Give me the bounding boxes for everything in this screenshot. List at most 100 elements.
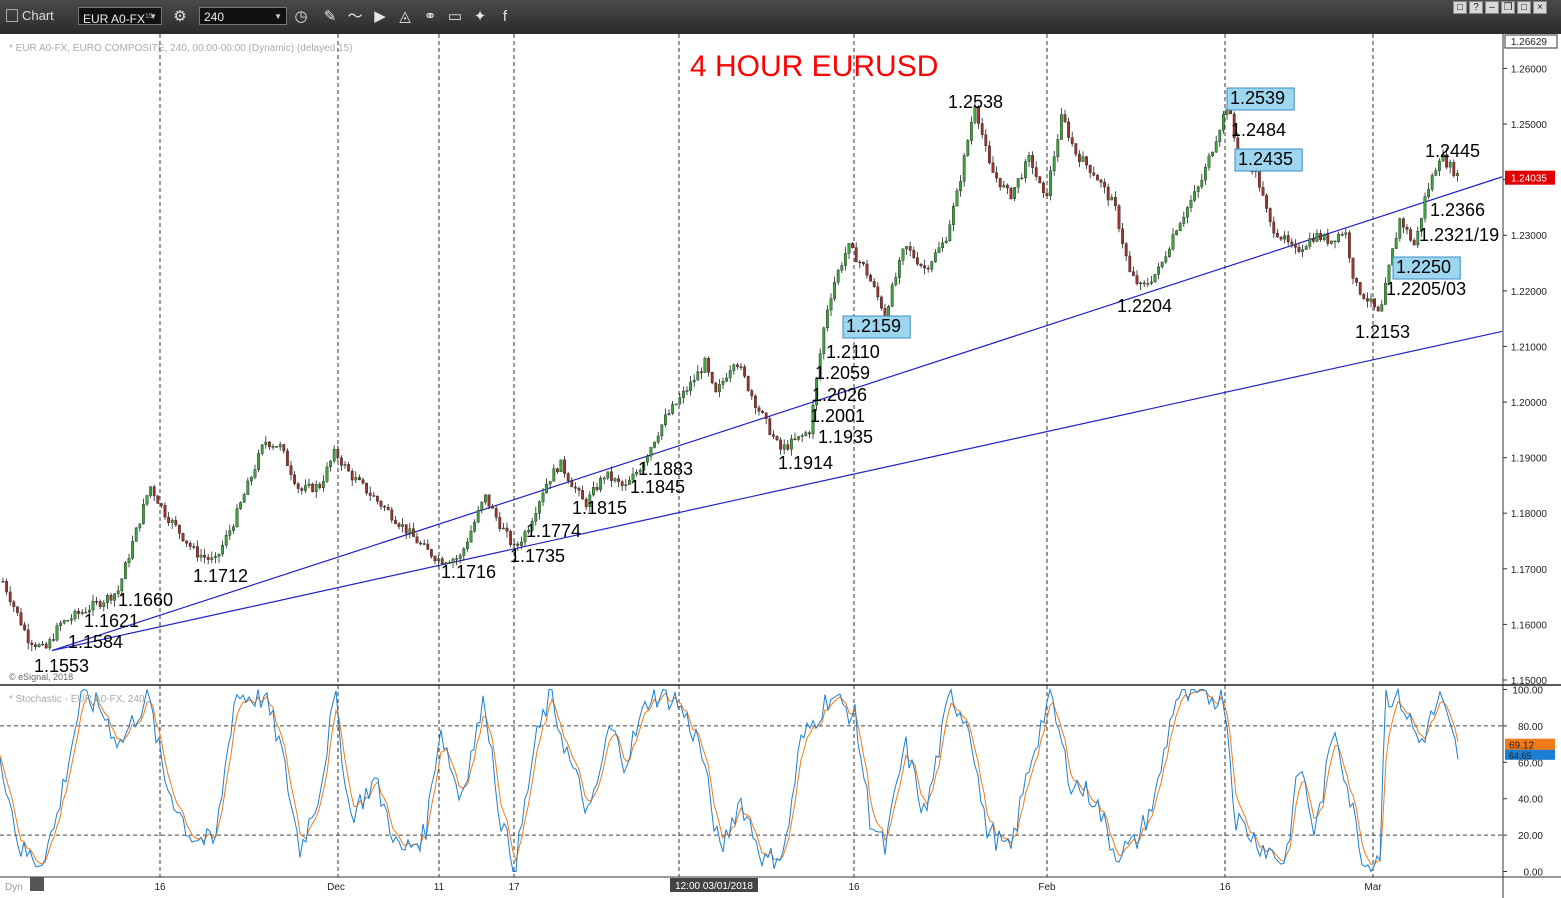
price-annotation-label: 1.1815 (572, 498, 627, 518)
candle-body (494, 508, 498, 518)
candle-body (260, 444, 264, 454)
candle-body (1301, 249, 1305, 252)
chart-canvas[interactable]: 16 Dec 11 17 16 Feb 16 Mar 12:00 03/01/2018 1.15… (0, 34, 1561, 898)
candle-body (282, 444, 286, 452)
restore-button[interactable]: ❐ (1501, 1, 1515, 14)
candle-body (1358, 282, 1362, 295)
price-annotation-label: 1.1883 (638, 459, 693, 479)
candle-body (372, 495, 376, 497)
candle-body (1193, 191, 1197, 201)
candle-body (822, 327, 826, 354)
candle-body (257, 453, 260, 470)
candle-body (44, 643, 48, 649)
price-annotation-label: 1.2538 (948, 92, 1003, 112)
candle-body (1380, 304, 1384, 312)
candle-body (1009, 187, 1013, 199)
candle-body (707, 358, 711, 373)
facebook-icon[interactable]: f (495, 7, 515, 27)
candle-body (113, 593, 117, 601)
candle-body (926, 267, 930, 270)
candle-body (1013, 187, 1017, 199)
candle-body (195, 546, 199, 558)
price-annotation-label: 1.2159 (846, 316, 901, 336)
candle-body (300, 488, 304, 491)
candle-body (466, 541, 469, 549)
symbol-selector[interactable]: EUR A0-FX15 ▼ (78, 7, 162, 26)
candle-body (163, 505, 167, 518)
candle-body (851, 243, 855, 248)
candle-body (109, 595, 113, 601)
x-tick-label: Dec (327, 882, 345, 893)
candle-body (912, 250, 916, 258)
candle-body (980, 123, 984, 135)
candle-body (105, 595, 109, 603)
candle-body (181, 533, 185, 541)
candle-body (131, 541, 134, 559)
candle-body (1070, 137, 1074, 144)
candle-body (177, 524, 181, 534)
line-chart-icon[interactable]: 〜 (345, 7, 365, 27)
candle-body (394, 519, 397, 524)
help-button[interactable]: ? (1469, 1, 1483, 14)
candle-body (1423, 196, 1427, 219)
maximize-button[interactable]: □ (1517, 1, 1531, 14)
panel-toggle-button[interactable] (30, 877, 44, 891)
candle-body (430, 549, 433, 557)
price-annotation-label: 1.1914 (778, 453, 833, 473)
pencil-icon[interactable]: ✎ (320, 7, 340, 27)
candle-body (894, 277, 898, 286)
candle-body (1207, 155, 1211, 168)
candle-body (167, 516, 170, 524)
candle-body (847, 243, 851, 254)
comment-icon[interactable]: ▭ (445, 7, 465, 27)
candle-body (1376, 306, 1380, 312)
stochastic-y-tick-label: 100.00 (1512, 685, 1543, 696)
candle-body (541, 492, 545, 503)
candle-body (476, 510, 480, 523)
candle-body (206, 557, 210, 560)
candle-body (1455, 173, 1459, 176)
x-tick-label: 17 (508, 882, 520, 893)
link-window-button[interactable]: □ (1453, 1, 1467, 14)
settings-gear-icon[interactable]: ⚙ (170, 7, 190, 27)
candle-body (62, 620, 66, 624)
price-annotation-label: 1.2366 (1430, 200, 1485, 220)
candle-body (264, 441, 268, 446)
candle-body (1355, 278, 1359, 283)
candle-body (1286, 235, 1290, 243)
candle-body (718, 384, 721, 393)
candle-body (602, 477, 606, 480)
link-icon[interactable]: ⚭ (420, 7, 440, 27)
clock-icon[interactable]: ◷ (291, 7, 311, 27)
candle-body (779, 439, 783, 450)
minimize-button[interactable]: – (1485, 1, 1499, 14)
candle-body (1185, 207, 1189, 218)
close-button[interactable]: × (1533, 1, 1547, 14)
price-annotation-label: 1.1735 (510, 546, 565, 566)
candle-body (268, 441, 271, 447)
candle-body (1401, 218, 1405, 228)
candle-body (1275, 232, 1279, 238)
price-annotation-label: 1.2110 (826, 342, 880, 362)
candle-body (840, 265, 844, 271)
play-icon[interactable]: ▶ (370, 7, 390, 27)
candle-body (548, 481, 552, 485)
candle-body (1077, 153, 1081, 162)
candle-body (649, 447, 653, 457)
candle-body (41, 643, 45, 646)
interval-selector[interactable]: 240 ▼ (199, 7, 287, 25)
candle-body (959, 181, 963, 192)
candle-body (480, 501, 484, 511)
candle-body (757, 407, 761, 412)
candle-body (876, 286, 880, 298)
candle-body (991, 162, 995, 173)
twitter-icon[interactable]: ✦ (470, 7, 490, 27)
chart-toolbar: Chart EUR A0-FX15 ▼ ⚙ 240 ▼ ◷ ✎ 〜 ▶ ◬ ⚭ ▭ … (0, 0, 1561, 35)
candle-body (401, 524, 404, 527)
alert-icon[interactable]: ◬ (395, 7, 415, 27)
candle-body (249, 477, 253, 482)
candle-body (556, 468, 559, 473)
candle-body (1056, 139, 1060, 157)
y-tick-label: 1.16000 (1511, 620, 1548, 631)
candle-body (1304, 246, 1308, 250)
